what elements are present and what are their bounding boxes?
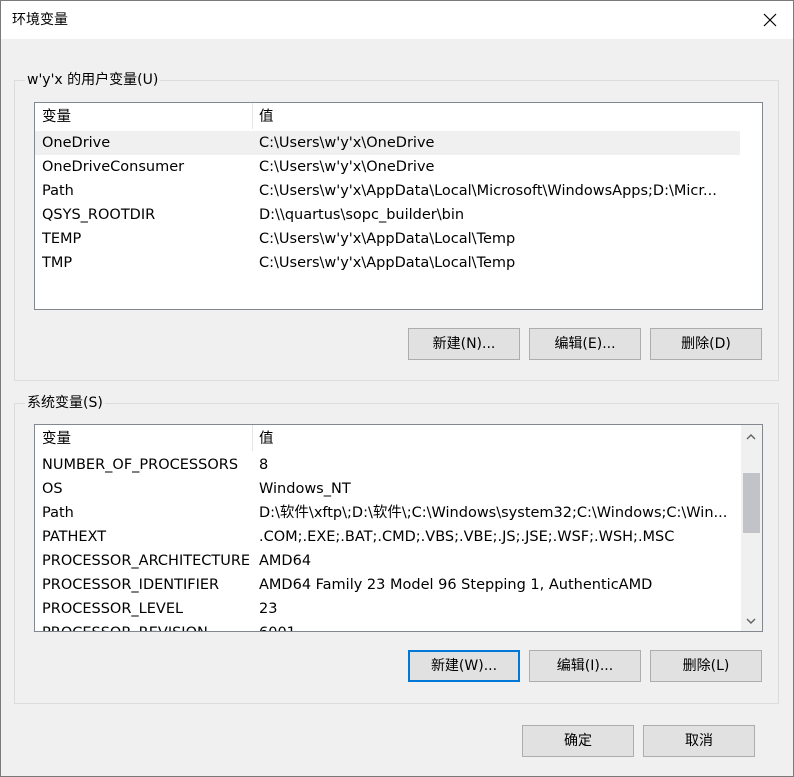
chevron-down-icon bbox=[746, 612, 756, 628]
close-button[interactable] bbox=[747, 1, 793, 39]
user-delete-button[interactable]: 删除(D) bbox=[650, 328, 762, 360]
table-row[interactable]: TMP C:\Users\w'y'x\AppData\Local\Temp bbox=[35, 251, 740, 275]
table-row[interactable]: PATHEXT .COM;.EXE;.BAT;.CMD;.VBS;.VBE;.J… bbox=[35, 525, 740, 549]
variable-value: AMD64 Family 23 Model 96 Stepping 1, Aut… bbox=[259, 577, 653, 593]
variable-name: TEMP bbox=[42, 231, 82, 247]
table-row[interactable]: Path D:\软件\xftp\;D:\软件\;C:\Windows\syste… bbox=[35, 501, 740, 525]
variable-name: Path bbox=[42, 505, 74, 521]
variable-name: PROCESSOR_ARCHITECTURE bbox=[42, 553, 251, 569]
variable-name: OS bbox=[42, 481, 63, 497]
variable-value: C:\Users\w'y'x\OneDrive bbox=[259, 159, 435, 175]
table-row[interactable]: PROCESSOR_REVISION 6001 bbox=[35, 621, 740, 631]
variable-value: C:\Users\w'y'x\OneDrive bbox=[259, 135, 435, 151]
variable-name: QSYS_ROOTDIR bbox=[42, 207, 156, 223]
scroll-down-button[interactable] bbox=[741, 610, 761, 630]
window-title: 环境变量 bbox=[12, 12, 68, 28]
user-edit-button[interactable]: 编辑(E)... bbox=[529, 328, 641, 360]
variable-value: C:\Users\w'y'x\AppData\Local\Temp bbox=[259, 231, 516, 247]
chevron-up-icon bbox=[746, 428, 756, 444]
variable-value: C:\Users\w'y'x\AppData\Local\Microsoft\W… bbox=[259, 183, 717, 199]
column-divider[interactable] bbox=[252, 103, 253, 129]
table-row[interactable]: PROCESSOR_IDENTIFIER AMD64 Family 23 Mod… bbox=[35, 573, 740, 597]
system-edit-button[interactable]: 编辑(I)... bbox=[529, 650, 641, 682]
variable-value: D:\\quartus\sopc_builder\bin bbox=[259, 207, 465, 223]
title-bar: 环境变量 bbox=[1, 1, 793, 39]
variable-name: Path bbox=[42, 183, 74, 199]
table-row[interactable]: OS Windows_NT bbox=[35, 477, 740, 501]
variable-value: .COM;.EXE;.BAT;.CMD;.VBS;.VBE;.JS;.JSE;.… bbox=[259, 529, 675, 545]
column-header-value[interactable]: 值 bbox=[259, 427, 459, 451]
system-delete-button[interactable]: 删除(L) bbox=[650, 650, 762, 682]
variable-name: OneDriveConsumer bbox=[42, 159, 185, 175]
system-list-header: 变量 值 bbox=[35, 425, 742, 451]
table-row[interactable]: OneDriveConsumer C:\Users\w'y'x\OneDrive bbox=[35, 155, 740, 179]
variable-value: AMD64 bbox=[259, 553, 312, 569]
system-new-button[interactable]: 新建(W)... bbox=[408, 650, 520, 682]
table-row[interactable]: PROCESSOR_ARCHITECTURE AMD64 bbox=[35, 549, 740, 573]
vertical-scrollbar[interactable] bbox=[741, 425, 762, 631]
table-row[interactable]: OneDrive C:\Users\w'y'x\OneDrive bbox=[35, 131, 740, 155]
variable-name: PATHEXT bbox=[42, 529, 107, 545]
variable-value: 6001 bbox=[259, 621, 739, 631]
cancel-button[interactable]: 取消 bbox=[643, 725, 755, 757]
user-variables-label: w'y'x 的用户变量(U) bbox=[25, 71, 161, 89]
table-row[interactable]: QSYS_ROOTDIR D:\\quartus\sopc_builder\bi… bbox=[35, 203, 740, 227]
table-row[interactable]: PROCESSOR_LEVEL 23 bbox=[35, 597, 740, 621]
table-row[interactable]: NUMBER_OF_PROCESSORS 8 bbox=[35, 453, 740, 477]
column-header-variable[interactable]: 变量 bbox=[42, 427, 242, 451]
variable-name: PROCESSOR_REVISION bbox=[42, 621, 256, 631]
ok-button[interactable]: 确定 bbox=[522, 725, 634, 757]
variable-value: D:\软件\xftp\;D:\软件\;C:\Windows\system32;C… bbox=[259, 505, 728, 521]
system-variables-label: 系统变量(S) bbox=[25, 394, 105, 412]
user-variables-list[interactable]: 变量 值 OneDrive C:\Users\w'y'x\OneDrive On… bbox=[34, 102, 763, 310]
scroll-thumb[interactable] bbox=[743, 473, 760, 533]
variable-name: NUMBER_OF_PROCESSORS bbox=[42, 457, 239, 473]
environment-variables-dialog: 环境变量 w'y'x 的用户变量(U) 变量 值 OneDrive C:\Use… bbox=[0, 0, 794, 777]
variable-value: Windows_NT bbox=[259, 481, 351, 497]
variable-name: PROCESSOR_LEVEL bbox=[42, 601, 184, 617]
column-header-value[interactable]: 值 bbox=[259, 105, 459, 129]
variable-value: C:\Users\w'y'x\AppData\Local\Temp bbox=[259, 255, 516, 271]
variable-name: PROCESSOR_IDENTIFIER bbox=[42, 577, 220, 593]
user-new-button[interactable]: 新建(N)... bbox=[408, 328, 520, 360]
close-icon bbox=[763, 13, 777, 27]
variable-value: 23 bbox=[259, 601, 278, 617]
variable-name: OneDrive bbox=[42, 135, 111, 151]
column-divider[interactable] bbox=[252, 425, 253, 451]
column-header-variable[interactable]: 变量 bbox=[42, 105, 242, 129]
system-variables-list[interactable]: 变量 值 NUMBER_OF_PROCESSORS 8 OS Windows_N… bbox=[34, 424, 763, 632]
scroll-up-button[interactable] bbox=[741, 426, 761, 446]
user-list-header: 变量 值 bbox=[35, 103, 762, 129]
table-row[interactable]: TEMP C:\Users\w'y'x\AppData\Local\Temp bbox=[35, 227, 740, 251]
variable-name: TMP bbox=[42, 255, 73, 271]
variable-value: 8 bbox=[259, 457, 269, 473]
table-row[interactable]: Path C:\Users\w'y'x\AppData\Local\Micros… bbox=[35, 179, 740, 203]
